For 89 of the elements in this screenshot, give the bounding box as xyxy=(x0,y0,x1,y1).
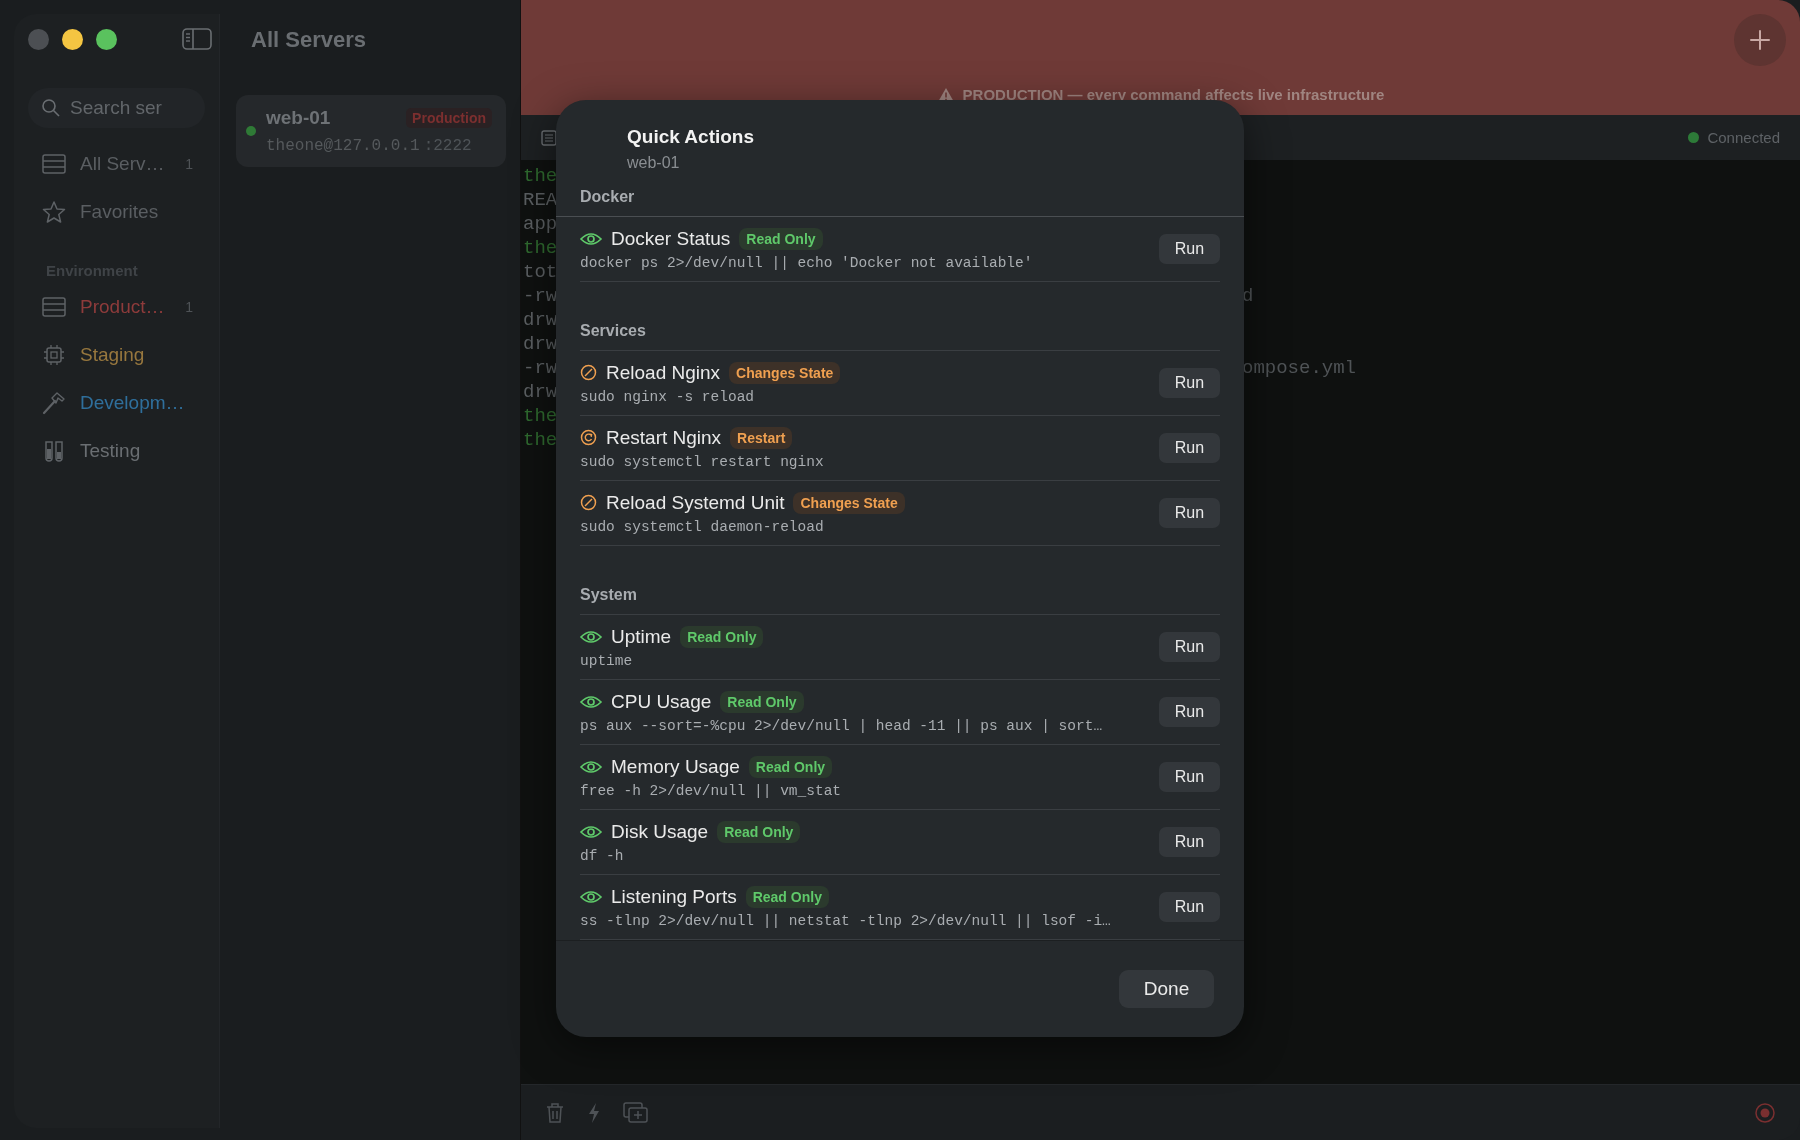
run-button[interactable]: Run xyxy=(1159,234,1220,264)
action-tag: Changes State xyxy=(729,361,841,384)
star-icon xyxy=(42,201,66,223)
new-tab-icon[interactable] xyxy=(623,1101,649,1124)
run-button[interactable]: Run xyxy=(1159,762,1220,792)
terminal-line: drw xyxy=(523,333,558,355)
chip-icon xyxy=(42,344,66,366)
action-title: Memory Usage xyxy=(611,755,740,778)
restart-icon xyxy=(580,429,597,446)
action-command: docker ps 2>/dev/null || echo 'Docker not available' xyxy=(580,254,1034,271)
action-command: sudo nginx -s reload xyxy=(580,388,756,405)
plus-icon xyxy=(1749,29,1771,51)
action-command: sudo systemctl restart nginx xyxy=(580,453,825,470)
section-heading: Services xyxy=(580,310,1220,351)
test-tubes-icon xyxy=(42,440,66,462)
terminal-line: tot xyxy=(523,261,558,283)
action-command: free -h 2>/dev/null || vm_stat xyxy=(580,782,843,799)
hammer-icon xyxy=(42,391,66,415)
action-command: uptime xyxy=(580,652,634,669)
action-command: sudo systemctl daemon-reload xyxy=(580,518,825,535)
terminal-line: drw xyxy=(523,309,558,331)
minimize-button[interactable] xyxy=(62,28,83,50)
terminal-line: the xyxy=(523,237,558,259)
terminal-line: -rw xyxy=(523,357,558,379)
warning-text: PRODUCTION — every command affects live infrastructure xyxy=(962,86,1385,103)
done-button[interactable]: Done xyxy=(1119,970,1214,1008)
action-title: Docker Status xyxy=(611,227,731,250)
bolt-icon[interactable] xyxy=(587,1101,601,1124)
eye-icon xyxy=(580,694,602,709)
run-button[interactable]: Run xyxy=(1159,632,1220,662)
server-name: web-01 xyxy=(266,107,331,129)
run-button[interactable]: Run xyxy=(1159,498,1220,528)
run-button[interactable]: Run xyxy=(1159,892,1220,922)
server-stack-icon xyxy=(42,154,66,174)
close-button[interactable] xyxy=(28,28,49,50)
eye-icon xyxy=(580,824,602,839)
action-title: Restart Nginx xyxy=(606,426,722,449)
action-tag: Restart xyxy=(730,426,793,449)
maximize-button[interactable] xyxy=(96,28,117,50)
action-tag: Read Only xyxy=(717,820,801,843)
run-button[interactable]: Run xyxy=(1159,827,1220,857)
eye-icon xyxy=(580,629,602,644)
action-command: ps aux --sort=-%cpu 2>/dev/null | head -11 || ps aux | sort… xyxy=(580,717,1104,734)
add-button[interactable] xyxy=(1734,14,1786,66)
section-heading: System xyxy=(580,574,1220,615)
terminal-line: app xyxy=(523,213,558,235)
action-tag: Changes State xyxy=(793,491,905,514)
action-tag: Read Only xyxy=(739,227,823,250)
server-stack-icon xyxy=(42,297,66,317)
trash-icon[interactable] xyxy=(545,1101,565,1124)
slash-circle-icon xyxy=(580,494,597,511)
sidebar-toggle-icon[interactable] xyxy=(182,28,212,50)
window-title: All Servers xyxy=(251,27,367,53)
terminal-line: REA xyxy=(523,189,558,211)
slash-circle-icon xyxy=(580,364,597,381)
search-field[interactable]: Search ser xyxy=(28,88,205,128)
eye-icon xyxy=(580,889,602,904)
action-title: Listening Ports xyxy=(611,885,737,908)
connection-status: Connected xyxy=(1707,129,1780,146)
dialog-title: Quick Actions xyxy=(627,126,756,148)
action-command: ss -tlnp 2>/dev/null || netstat -tlnp 2>/dev/null || lsof -i… xyxy=(580,912,1112,929)
action-tag: Read Only xyxy=(680,625,764,648)
environment-tag: Production xyxy=(406,108,492,128)
action-tag: Read Only xyxy=(720,690,804,713)
action-title: Reload Systemd Unit xyxy=(606,491,785,514)
eye-icon xyxy=(580,759,602,774)
terminal-line: -rw xyxy=(523,285,558,307)
run-button[interactable]: Run xyxy=(1159,433,1220,463)
sidebar-item[interactable]: Staging xyxy=(42,331,219,379)
section-heading: Docker xyxy=(556,184,1244,217)
record-icon[interactable] xyxy=(1754,1101,1776,1124)
run-button[interactable]: Run xyxy=(1159,697,1220,727)
terminal-line: drw xyxy=(523,381,558,403)
action-title: Uptime xyxy=(611,625,672,648)
action-tag: Read Only xyxy=(745,885,829,908)
eye-icon xyxy=(580,231,602,246)
action-tag: Read Only xyxy=(748,755,833,778)
dialog-subtitle: web-01 xyxy=(627,154,681,172)
action-title: Reload Nginx xyxy=(606,361,721,384)
terminal-line: the xyxy=(523,405,558,427)
terminal-line: the xyxy=(523,429,558,451)
action-title: CPU Usage xyxy=(611,690,712,713)
action-title: Disk Usage xyxy=(611,820,709,843)
terminal-line: ompose.yml xyxy=(1242,357,1357,379)
run-button[interactable]: Run xyxy=(1159,368,1220,398)
action-command: df -h xyxy=(580,847,625,864)
search-icon xyxy=(41,98,61,118)
list-icon[interactable] xyxy=(541,129,557,146)
terminal-line: the xyxy=(523,165,558,187)
